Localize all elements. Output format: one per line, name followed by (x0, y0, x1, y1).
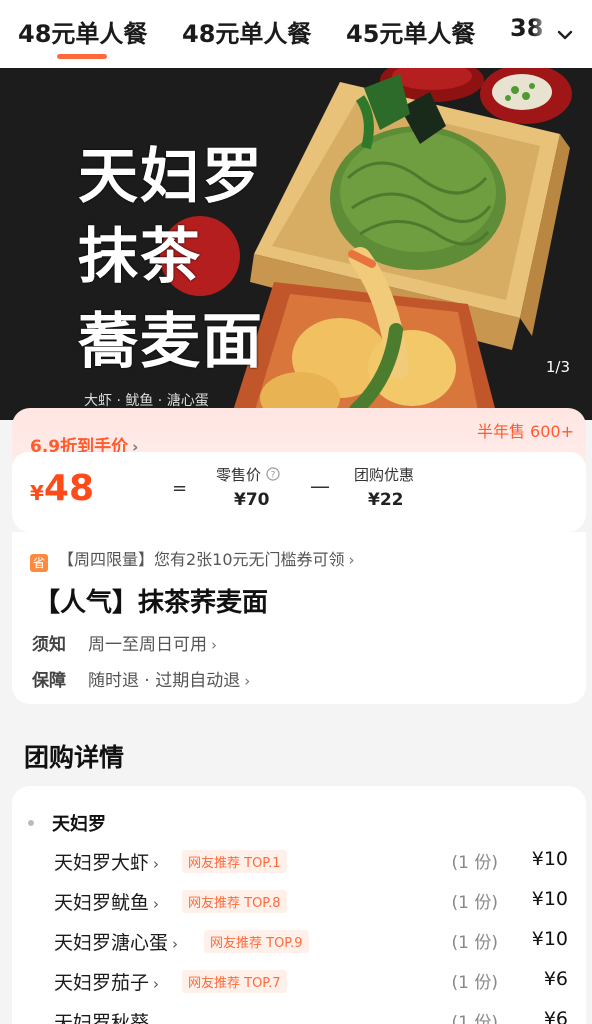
final-price: ¥48 (30, 468, 94, 509)
group-discount-label: 团购优惠 (354, 466, 415, 484)
list-item[interactable]: 天妇罗秋葵 (1 份) ¥6 (54, 1008, 568, 1024)
item-name: 天妇罗茄子 › (54, 968, 159, 995)
half-year-sales: 半年售 600+ (476, 422, 574, 441)
item-quantity: (1 份) (451, 933, 498, 953)
tab-bar: 48元单人餐 48元单人餐 45元单人餐 38 (0, 0, 592, 68)
list-item[interactable]: 天妇罗鱿鱼 › 网友推荐 TOP.8 (1 份) ¥10 (54, 888, 568, 918)
coupon-badge-icon: 省 (30, 554, 48, 572)
notice-row[interactable]: 须知 周一至周日可用 › (32, 630, 217, 655)
chevron-right-icon: › (244, 672, 251, 690)
chevron-right-icon: › (172, 935, 179, 953)
chevron-right-icon: › (211, 636, 217, 654)
price-card: 6.9折到手价 › 半年售 600+ ¥48 = 零售价 ? ¥70 — 团购优惠… (12, 408, 586, 532)
item-name-text: 天妇罗茄子 (54, 972, 150, 994)
image-counter: 1/3 (545, 358, 570, 376)
minus-sign: — (310, 474, 330, 498)
svg-text:?: ? (270, 471, 275, 481)
equals-sign: = (172, 478, 188, 499)
item-name-text: 天妇罗溏心蛋 (54, 932, 169, 954)
guarantee-key: 保障 (32, 671, 66, 691)
retail-price-value: ¥70 (234, 490, 270, 510)
item-price: ¥10 (531, 928, 568, 950)
item-quantity: (1 份) (451, 973, 498, 993)
price-amount: 48 (43, 468, 95, 509)
item-price: ¥10 (531, 848, 568, 870)
list-item[interactable]: 天妇罗茄子 › 网友推荐 TOP.7 (1 份) ¥6 (54, 968, 568, 998)
recommend-tag: 网友推荐 TOP.9 (204, 930, 309, 953)
tab-48-single-2[interactable]: 48元单人餐 (182, 14, 311, 49)
details-card: 天妇罗 天妇罗大虾 › 网友推荐 TOP.1 (1 份) ¥10 天妇罗鱿鱼 › 网… (12, 786, 586, 1024)
chevron-right-icon: › (153, 975, 160, 993)
hero-title-line-1: 天妇罗 (78, 142, 264, 212)
tab-48-single-1[interactable]: 48元单人餐 (18, 14, 147, 49)
chevron-right-icon: › (348, 551, 355, 569)
category-name: 天妇罗 (52, 814, 106, 835)
currency-symbol: ¥ (30, 481, 44, 505)
item-name: 天妇罗秋葵 (54, 1008, 149, 1024)
chevron-right-icon: › (153, 895, 160, 913)
coupon-row[interactable]: 省【周四限量】您有2张10元无门槛券可领 › (30, 546, 355, 572)
hero-subtitle: 大虾 · 鱿鱼 · 溏心蛋 (84, 393, 209, 409)
recommend-tag: 网友推荐 TOP.8 (182, 890, 287, 913)
item-name: 天妇罗大虾 › (54, 848, 159, 875)
hero-banner[interactable]: 天妇罗 抹茶 蕎麦面 大虾 · 鱿鱼 · 溏心蛋 1/3 (0, 68, 592, 420)
item-name-text: 天妇罗大虾 (54, 852, 150, 874)
guarantee-value: 随时退 · 过期自动退 (88, 671, 241, 691)
price-breakdown: ¥48 = 零售价 ? ¥70 — 团购优惠 ¥22 (12, 452, 586, 532)
item-price: ¥10 (531, 888, 568, 910)
item-price: ¥6 (543, 1008, 568, 1024)
guarantee-row[interactable]: 保障 随时退 · 过期自动退 › (32, 666, 250, 691)
recommend-tag: 网友推荐 TOP.1 (182, 850, 287, 873)
active-tab-indicator (57, 54, 107, 59)
item-quantity: (1 份) (451, 1013, 498, 1024)
retail-price-label: 零售价 ? (216, 464, 280, 485)
product-name: 【人气】抹茶荞麦面 (34, 588, 269, 618)
chevron-right-icon: › (153, 855, 160, 873)
bullet-dot (28, 820, 34, 826)
item-quantity: (1 份) (451, 893, 498, 913)
coupon-text: 【周四限量】您有2张10元无门槛券可领 (58, 550, 345, 569)
deal-info-card: 省【周四限量】您有2张10元无门槛券可领 › 【人气】抹茶荞麦面 须知 周一至周日可… (12, 532, 586, 704)
help-icon[interactable]: ? (266, 467, 280, 481)
list-item[interactable]: 天妇罗大虾 › 网友推荐 TOP.1 (1 份) ¥10 (54, 848, 568, 878)
tab-45-single[interactable]: 45元单人餐 (346, 14, 475, 49)
details-title: 团购详情 (24, 743, 125, 772)
notice-value: 周一至周日可用 (88, 635, 207, 655)
group-discount-value: ¥22 (368, 490, 404, 510)
recommend-tag: 网友推荐 TOP.7 (182, 970, 287, 993)
retail-label-text: 零售价 (216, 466, 262, 484)
notice-key: 须知 (32, 635, 66, 655)
hero-title-line-3: 蕎麦面 (78, 307, 264, 377)
item-price: ¥6 (543, 968, 568, 990)
item-quantity: (1 份) (451, 853, 498, 873)
item-name: 天妇罗鱿鱼 › (54, 888, 159, 915)
category-heading: 天妇罗 (28, 810, 106, 836)
chevron-down-icon[interactable] (552, 22, 578, 48)
list-item[interactable]: 天妇罗溏心蛋 › 网友推荐 TOP.9 (1 份) ¥10 (54, 928, 568, 958)
hero-title-line-2: 抹茶 (78, 222, 202, 292)
item-name-text: 天妇罗秋葵 (54, 1012, 150, 1024)
item-name-text: 天妇罗鱿鱼 (54, 892, 150, 914)
item-name: 天妇罗溏心蛋 › (54, 928, 178, 955)
